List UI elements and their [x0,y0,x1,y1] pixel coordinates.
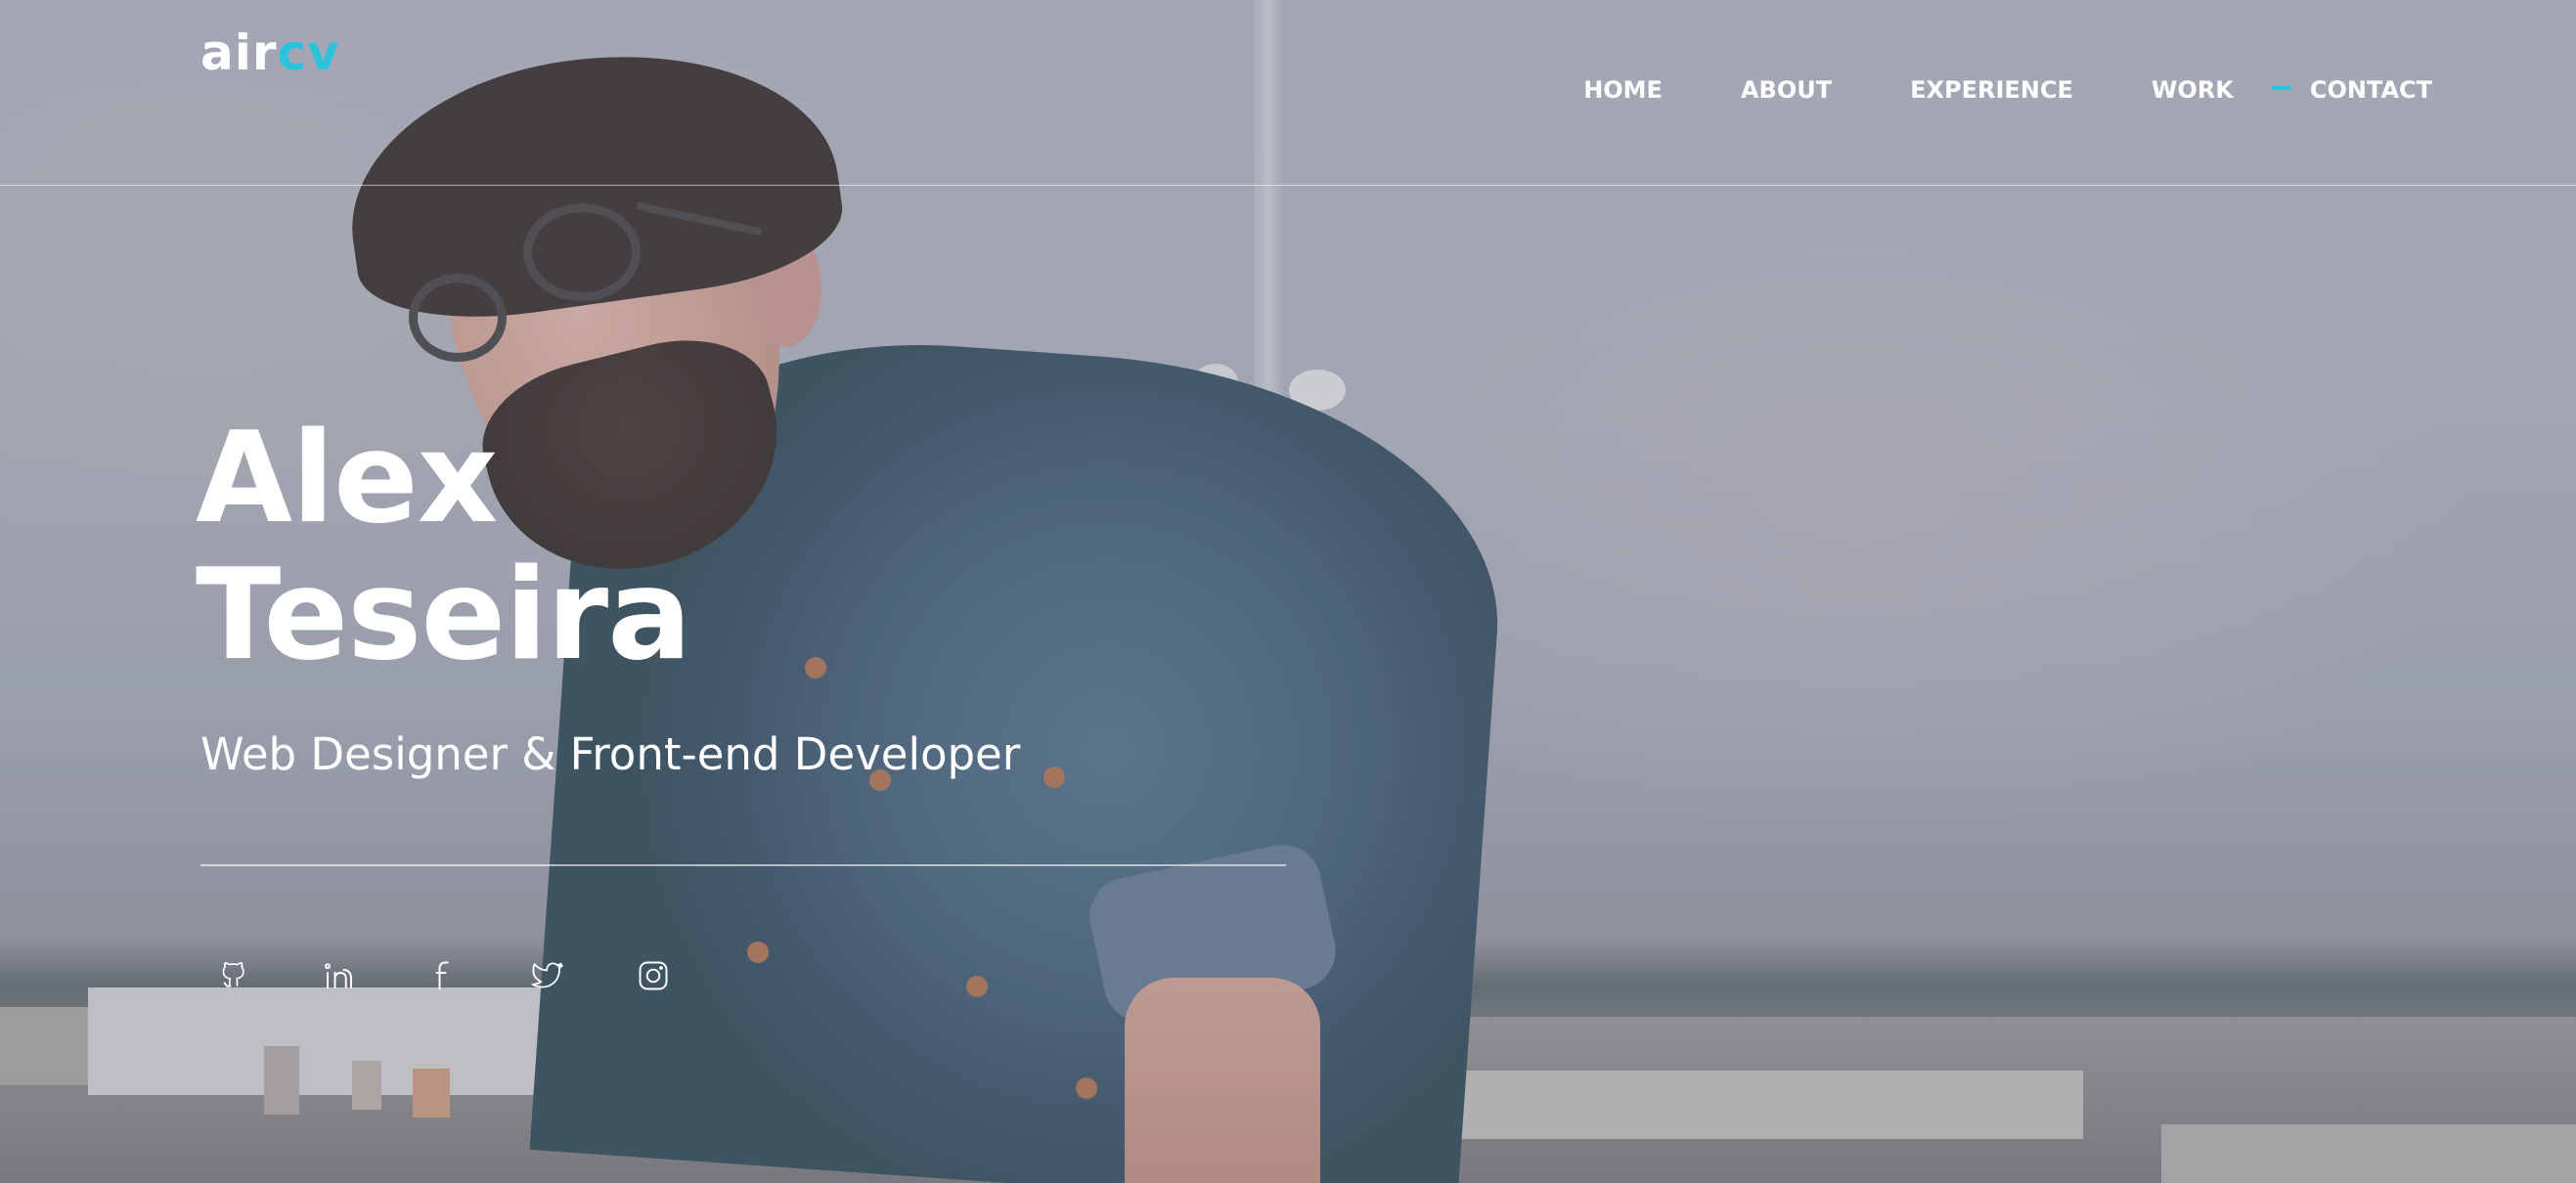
background-lamp-left [1193,364,1238,401]
background-building [1457,1071,2083,1139]
instagram-icon [639,961,668,990]
portrait-neck [685,420,870,645]
hero-last-name: Teseira [196,543,691,688]
portrait-shirt-button [966,976,988,997]
hero-subtitle: Web Designer & Front-end Developer [200,728,1021,780]
portrait-glasses-arm [636,201,763,237]
github-icon [222,962,244,987]
nav-item-work[interactable]: WORK [2152,70,2234,110]
social-links [207,948,731,1003]
background-pillar [352,1061,381,1110]
background-pillar [264,1046,299,1115]
portrait-arm [1125,978,1320,1183]
portrait-glasses-lens-right [523,203,641,301]
twitter-icon [531,962,563,988]
facebook-link[interactable] [417,948,471,1003]
background-ground [0,1017,2576,1183]
site-logo[interactable]: aircv [200,22,340,84]
logo-text-accent: cv [277,24,340,81]
portrait-rolled-sleeve [1083,837,1343,1030]
hero-first-name: Alex [196,406,498,551]
background-building [0,1007,93,1085]
background-pillar [413,1069,450,1117]
portrait-ear [753,230,822,347]
nav-item-home[interactable]: HOME [1583,70,1663,110]
portrait-shirt-button [747,942,769,963]
main-nav: HOME ABOUT EXPERIENCE WORK CONTACT [1505,70,2432,110]
github-link[interactable] [207,948,262,1003]
background-building [2161,1124,2576,1183]
portrait-shirt-button [1076,1077,1097,1099]
facebook-icon [435,961,449,990]
hero-section: aircv HOME ABOUT EXPERIENCE WORK CONTACT… [0,0,2576,1183]
nav-item-contact[interactable]: CONTACT [2271,70,2432,110]
site-header: aircv HOME ABOUT EXPERIENCE WORK CONTACT [0,0,2576,186]
linkedin-icon [325,963,352,988]
portrait-shirt-button [1044,767,1065,788]
background-lamp-right [1289,370,1346,411]
nav-item-about[interactable]: ABOUT [1741,70,1832,110]
portrait-glasses-lens-left [409,274,507,362]
twitter-link[interactable] [521,948,576,1003]
background-building [88,987,597,1095]
portrait-shirt-button [805,657,826,679]
hero-name: Alex Teseira [196,411,691,684]
linkedin-link[interactable] [312,948,367,1003]
logo-text-primary: air [200,24,278,81]
instagram-link[interactable] [626,948,681,1003]
hero-divider [200,864,1286,866]
nav-item-experience[interactable]: EXPERIENCE [1910,70,2073,110]
